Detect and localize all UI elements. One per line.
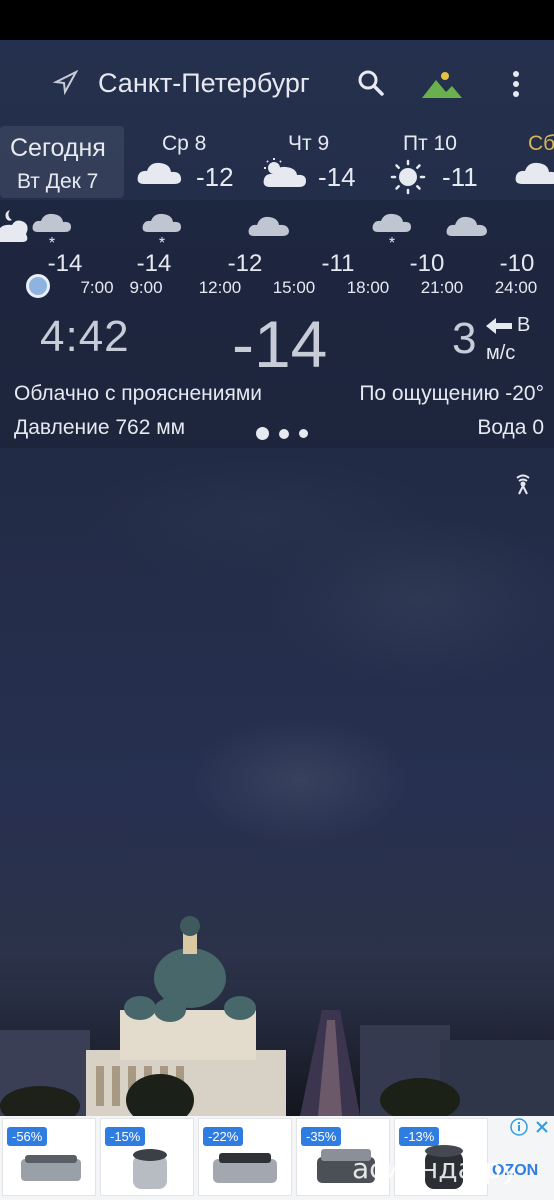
daily-forecast: Сегодня Вт Дек 7 Ср 8 -12 Чт 9 -14 Пт 10 (0, 126, 554, 200)
sun-icon (390, 159, 426, 195)
cloud-icon (446, 216, 487, 236)
hour-time: 9:00 (129, 278, 163, 297)
page-indicator[interactable] (256, 425, 318, 441)
pressure: Давление 762 мм (14, 416, 186, 439)
hour-temp: -12 (227, 250, 263, 277)
day-temp: -11 (442, 162, 478, 192)
day-item[interactable]: Пт 10 -11 (388, 126, 498, 198)
day-temp: -14 (318, 162, 356, 192)
hour-temp: -10 (409, 250, 445, 277)
snow-cloud-icon: * (372, 213, 411, 248)
hour-time: 24:00 (494, 278, 538, 297)
more-menu-icon[interactable] (508, 68, 524, 100)
ad-close-icon[interactable] (533, 1118, 551, 1136)
discount-badge: -22% (203, 1127, 244, 1146)
cloud-icon (137, 162, 182, 184)
background-image-icon[interactable] (420, 68, 464, 102)
hour-time: 15:00 (272, 278, 316, 297)
day-name: Сб (528, 132, 554, 155)
day-name: Пт 10 (403, 132, 457, 155)
today-date: Вт Дек 7 (17, 170, 99, 193)
hour-time: 12:00 (198, 278, 242, 297)
current-time: 4:42 (40, 312, 130, 361)
hour-time: 21:00 (420, 278, 464, 297)
wind-direction: В (517, 314, 531, 336)
day-name: Чт 9 (288, 132, 330, 155)
city-name[interactable]: Санкт-Петербург (98, 68, 310, 99)
page-dot (299, 429, 308, 439)
search-icon[interactable] (356, 68, 386, 98)
ad-info-icon[interactable] (510, 1118, 528, 1136)
cloud-icon (248, 216, 289, 236)
ad-product[interactable]: -15% (100, 1118, 194, 1196)
grill-product-image (21, 1155, 81, 1181)
svg-text:*: * (389, 235, 395, 248)
status-bar (0, 0, 554, 40)
ad-product[interactable]: -22% (198, 1118, 292, 1196)
current-temperature[interactable]: -14 (232, 306, 327, 382)
today-title: Сегодня (10, 134, 106, 162)
multicooker-product-image (133, 1149, 167, 1189)
wind-direction-arrow-icon (486, 318, 512, 334)
svg-text:*: * (49, 235, 55, 248)
day-item[interactable]: Ср 8 -12 (136, 126, 246, 198)
day-today[interactable]: Сегодня Вт Дек 7 (0, 126, 124, 198)
water-temperature: Вода 0 (477, 416, 544, 439)
snow-cloud-icon: * (32, 213, 71, 248)
wind-unit: м/с (486, 342, 516, 364)
discount-badge: -56% (7, 1127, 48, 1146)
background-city-image (0, 916, 554, 1116)
feels-like: По ощущению -20° (359, 382, 544, 405)
watermark: асиенда.ру (352, 1152, 519, 1185)
day-name: Ср 8 (162, 132, 207, 155)
day-temp: -12 (196, 162, 234, 192)
night-cloud-icon (0, 210, 28, 242)
svg-text:*: * (159, 235, 165, 248)
top-bar: Санкт-Петербург (0, 58, 554, 114)
page-dot-active (256, 427, 269, 441)
page-dot (279, 428, 289, 439)
weather-condition: Облачно с прояснениями (14, 382, 263, 405)
location-arrow-icon[interactable] (52, 70, 78, 96)
cloud-icon (515, 162, 554, 184)
ad-product[interactable]: -56% (2, 1118, 96, 1196)
hour-temp: -10 (499, 250, 535, 277)
grill-product-image (213, 1153, 277, 1183)
snow-cloud-icon: * (142, 213, 181, 248)
day-item[interactable]: Чт 9 -14 (260, 126, 370, 198)
hour-time: 18:00 (346, 278, 390, 297)
day-item[interactable]: Сб (512, 126, 554, 198)
hour-temp: -14 (136, 250, 172, 277)
radar-signal-icon[interactable] (510, 472, 536, 496)
wind-speed: 3 (452, 314, 477, 363)
hour-temp: -11 (321, 250, 355, 277)
hour-temp: -14 (47, 250, 83, 277)
partly-cloudy-icon (263, 158, 306, 187)
